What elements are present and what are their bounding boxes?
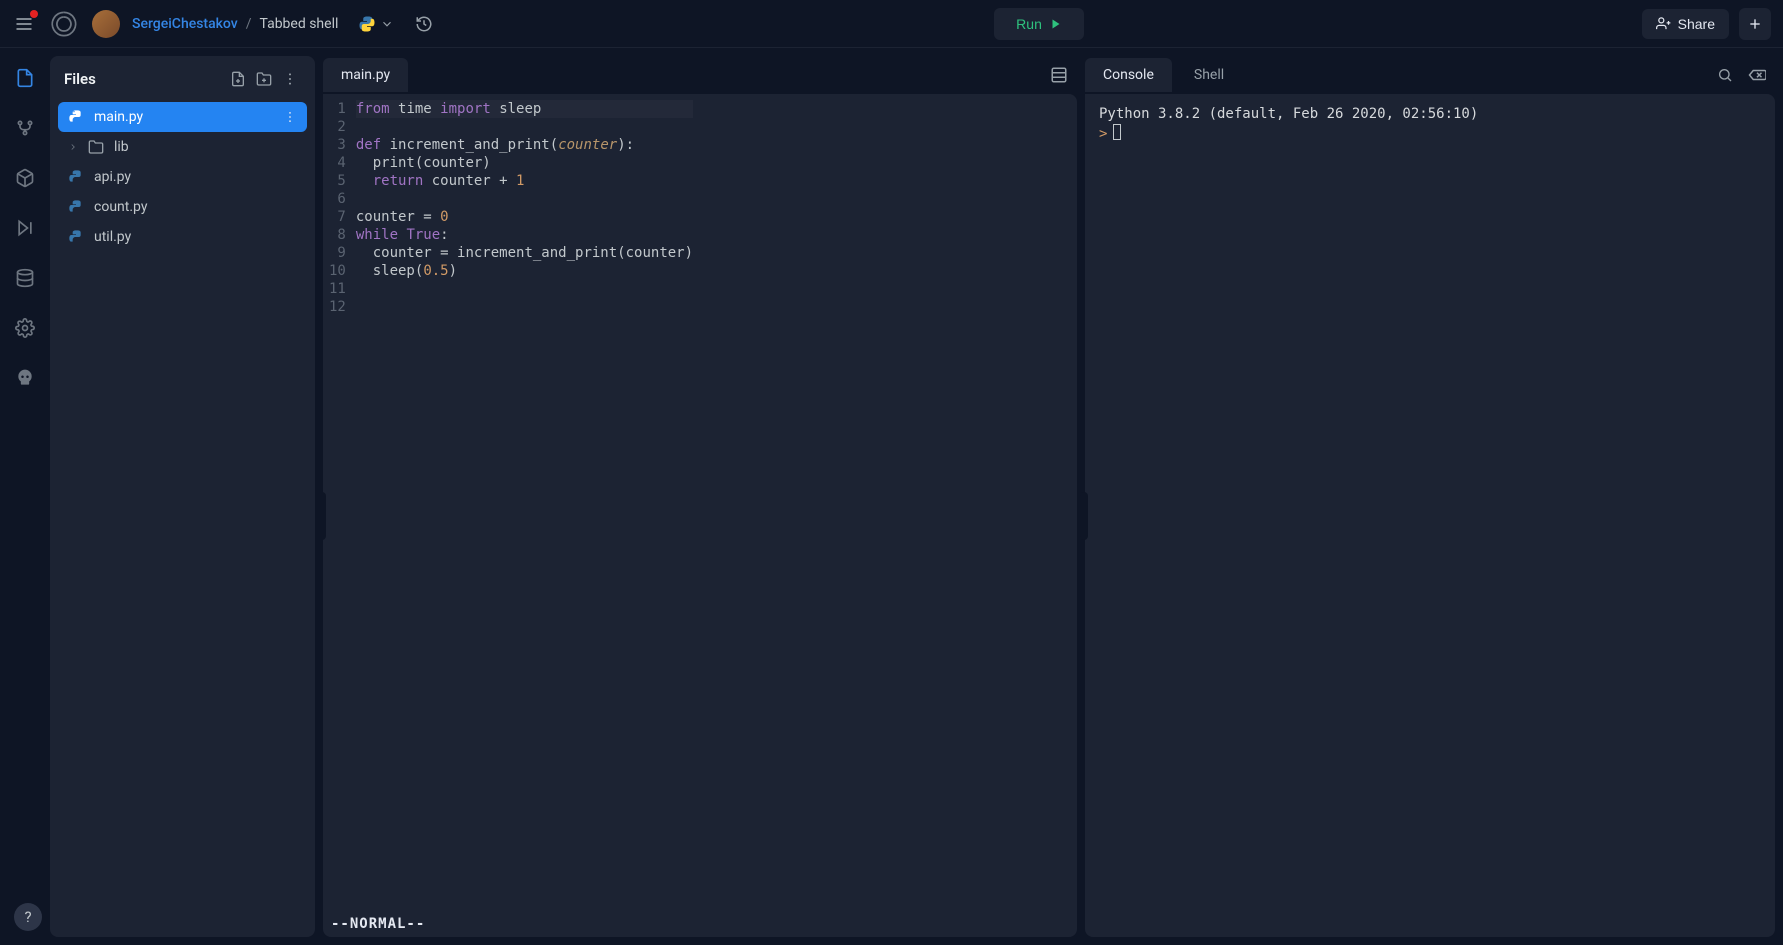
python-file-icon <box>68 109 84 125</box>
file-icon <box>15 68 35 88</box>
file-item-count[interactable]: count.py <box>58 192 307 222</box>
console-cursor <box>1113 124 1121 140</box>
file-name: count.py <box>94 199 147 215</box>
notification-dot <box>30 10 38 18</box>
file-name: util.py <box>94 229 131 245</box>
help-button[interactable]: ? <box>14 903 42 931</box>
console-prompt-line: > <box>1099 124 1761 144</box>
breadcrumb: SergeiChestakov / Tabbed shell <box>132 16 338 32</box>
editor-tabs: main.py <box>323 56 1077 94</box>
share-button[interactable]: Share <box>1642 9 1729 39</box>
files-title: Files <box>64 70 223 88</box>
python-file-icon <box>68 169 84 185</box>
package-icon <box>15 168 35 188</box>
breadcrumb-separator: / <box>246 16 252 32</box>
clear-icon <box>1748 68 1766 82</box>
python-icon <box>358 15 376 33</box>
app-logo[interactable] <box>48 8 80 40</box>
new-button[interactable] <box>1739 8 1771 40</box>
console-tabs: Console Shell <box>1085 56 1775 94</box>
editor-column: main.py 123456789101112 from time import… <box>323 56 1077 937</box>
resize-handle-left[interactable] <box>323 492 326 540</box>
skull-icon <box>15 368 35 388</box>
console-clear-button[interactable] <box>1745 63 1769 87</box>
tab-shell[interactable]: Shell <box>1176 58 1242 92</box>
nav-settings[interactable] <box>9 312 41 344</box>
user-avatar[interactable] <box>92 10 120 38</box>
files-more-button[interactable] <box>279 68 301 90</box>
new-file-icon <box>230 71 246 87</box>
database-icon <box>15 268 35 288</box>
python-file-icon <box>68 229 84 245</box>
console-prompt: > <box>1099 126 1107 142</box>
plus-icon <box>1747 16 1763 32</box>
console-search-button[interactable] <box>1713 63 1737 87</box>
file-tree: main.py lib api.py count.py util.py <box>50 102 315 252</box>
nav-database[interactable] <box>9 262 41 294</box>
share-icon <box>1656 16 1671 31</box>
file-name: api.py <box>94 169 131 185</box>
tab-console[interactable]: Console <box>1085 58 1172 92</box>
folder-icon <box>88 139 104 155</box>
new-file-button[interactable] <box>227 68 249 90</box>
nav-version-control[interactable] <box>9 112 41 144</box>
header-right: Share <box>1642 8 1771 40</box>
debugger-icon <box>15 218 35 238</box>
files-panel: Files main.py lib <box>50 56 315 937</box>
run-button[interactable]: Run <box>994 8 1084 40</box>
file-options-button[interactable] <box>283 110 297 124</box>
breadcrumb-project[interactable]: Tabbed shell <box>260 16 339 32</box>
console-banner: Python 3.8.2 (default, Feb 26 2020, 02:5… <box>1099 104 1761 124</box>
file-item-main[interactable]: main.py <box>58 102 307 132</box>
run-button-label: Run <box>1016 16 1042 32</box>
file-name: main.py <box>94 109 143 125</box>
nav-files[interactable] <box>9 62 41 94</box>
share-button-label: Share <box>1678 16 1715 32</box>
editor-body[interactable]: 123456789101112 from time import sleep d… <box>323 94 1077 937</box>
chevron-right-icon <box>68 141 78 153</box>
history-button[interactable] <box>412 12 436 36</box>
code-area[interactable]: from time import sleep def increment_and… <box>356 94 693 937</box>
files-header: Files <box>50 56 315 102</box>
resize-handle-console[interactable] <box>1080 492 1088 540</box>
chevron-down-icon <box>380 17 394 31</box>
replit-logo-icon <box>50 10 78 38</box>
file-item-util[interactable]: util.py <box>58 222 307 252</box>
language-selector[interactable] <box>358 15 394 33</box>
folder-item-lib[interactable]: lib <box>58 132 307 162</box>
sidebar-nav <box>0 48 50 945</box>
folder-name: lib <box>114 139 129 155</box>
header-center: Run <box>448 8 1629 40</box>
play-icon <box>1050 18 1062 30</box>
new-folder-icon <box>256 71 272 87</box>
file-item-api[interactable]: api.py <box>58 162 307 192</box>
console-column: Console Shell Python 3.8.2 (default, Feb… <box>1085 56 1775 937</box>
python-file-icon <box>68 199 84 215</box>
breadcrumb-user[interactable]: SergeiChestakov <box>132 16 238 32</box>
main-content: Files main.py lib <box>0 48 1783 945</box>
nav-secrets[interactable] <box>9 362 41 394</box>
nav-debugger[interactable] <box>9 212 41 244</box>
new-folder-button[interactable] <box>253 68 275 90</box>
app-header: SergeiChestakov / Tabbed shell Run Share <box>0 0 1783 48</box>
console-body[interactable]: Python 3.8.2 (default, Feb 26 2020, 02:5… <box>1085 94 1775 937</box>
nav-packages[interactable] <box>9 162 41 194</box>
editor-layout-button[interactable] <box>1047 63 1071 87</box>
layout-icon <box>1050 66 1068 84</box>
menu-button[interactable] <box>12 12 36 36</box>
editor-tab-main[interactable]: main.py <box>323 58 408 92</box>
gear-icon <box>15 318 35 338</box>
git-branch-icon <box>15 118 35 138</box>
line-gutter: 123456789101112 <box>323 94 356 937</box>
more-vertical-icon <box>282 71 298 87</box>
more-vertical-icon <box>283 110 297 124</box>
vim-status: --NORMAL-- <box>323 911 1077 937</box>
history-icon <box>415 15 433 33</box>
search-icon <box>1717 67 1733 83</box>
